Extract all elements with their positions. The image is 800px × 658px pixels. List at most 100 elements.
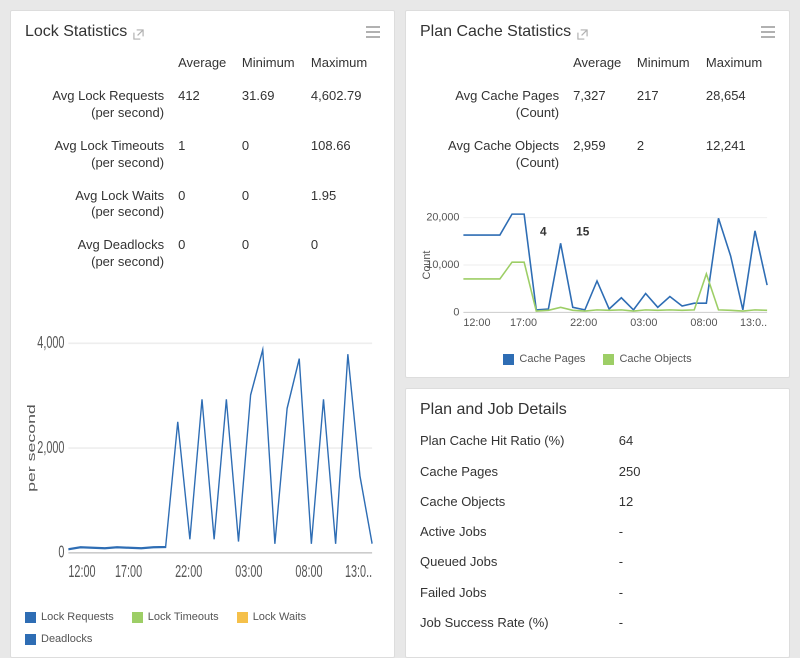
- detail-value: 12: [619, 494, 633, 510]
- detail-value: -: [619, 554, 623, 570]
- detail-key: Cache Objects: [420, 494, 619, 510]
- plan-cache-legend: Cache Pages Cache Objects: [420, 353, 775, 365]
- xtick: 12:00: [68, 563, 95, 582]
- detail-row: Cache Objects12: [420, 494, 775, 510]
- plan-cache-panel: Plan Cache Statistics Average Minimum Ma…: [405, 10, 790, 378]
- cell-avg: 0: [174, 180, 238, 230]
- col-average: Average: [174, 49, 238, 80]
- lock-stats-table: Average Minimum Maximum Avg Lock Request…: [25, 49, 380, 279]
- table-row: Avg Deadlocks(per second) 0 0 0: [25, 229, 380, 279]
- col-minimum: Minimum: [238, 49, 307, 80]
- cell-avg: 2,959: [569, 130, 633, 180]
- legend-item: Lock Timeouts: [132, 611, 219, 623]
- col-maximum: Maximum: [307, 49, 380, 80]
- panel-title-text: Plan Cache Statistics: [420, 23, 571, 41]
- cell-max: 1.95: [307, 180, 380, 230]
- external-link-icon[interactable]: [133, 27, 144, 38]
- cell-avg: 1: [174, 130, 238, 180]
- detail-value: -: [619, 615, 623, 631]
- chart-annotation: 15: [576, 224, 590, 238]
- panel-menu-icon[interactable]: [366, 26, 380, 38]
- ytick: 10,000: [426, 259, 459, 271]
- cell-max: 12,241: [702, 130, 775, 180]
- col-average: Average: [569, 49, 633, 80]
- xtick: 03:00: [630, 317, 657, 329]
- legend-item: Lock Requests: [25, 611, 114, 623]
- legend-label: Lock Timeouts: [148, 611, 219, 623]
- lock-stats-title: Lock Statistics: [25, 23, 144, 41]
- legend-item: Deadlocks: [25, 633, 92, 645]
- cell-min: 0: [238, 180, 307, 230]
- xtick: 08:00: [295, 563, 322, 582]
- xtick: 08:00: [690, 317, 717, 329]
- legend-label: Deadlocks: [41, 633, 92, 645]
- external-link-icon[interactable]: [577, 27, 588, 38]
- lock-statistics-panel: Lock Statistics Average Minimum Maximum …: [10, 10, 395, 658]
- ytick: 4,000: [37, 334, 64, 353]
- row-sublabel: (per second): [29, 204, 164, 221]
- ytick: 0: [58, 543, 64, 562]
- col-maximum: Maximum: [702, 49, 775, 80]
- detail-row: Plan Cache Hit Ratio (%)64: [420, 433, 775, 449]
- row-label: Avg Cache Objects (Count): [420, 130, 569, 180]
- row-label: Avg Lock Timeouts: [55, 138, 165, 153]
- panel-header: Plan Cache Statistics: [420, 23, 775, 41]
- detail-key: Cache Pages: [420, 464, 619, 480]
- row-sublabel: (per second): [29, 105, 164, 122]
- chart-annotation: 4: [540, 224, 547, 238]
- detail-row: Job Success Rate (%)-: [420, 615, 775, 631]
- plan-cache-table: Average Minimum Maximum Avg Cache Pages …: [420, 49, 775, 180]
- xtick: 22:00: [570, 317, 597, 329]
- y-axis-title: per second: [26, 404, 38, 492]
- cell-max: 4,602.79: [307, 80, 380, 130]
- cell-avg: 412: [174, 80, 238, 130]
- xtick: 13:0..: [345, 563, 372, 582]
- panel-header: Lock Statistics: [25, 23, 380, 41]
- lock-stats-chart: per second 0 2,000 4,000 12:00 17:00 22:…: [25, 295, 380, 601]
- xtick: 22:00: [175, 563, 202, 582]
- row-label: Avg Lock Requests: [52, 88, 164, 103]
- table-row: Avg Lock Timeouts(per second) 1 0 108.66: [25, 130, 380, 180]
- panel-menu-icon[interactable]: [761, 26, 775, 38]
- detail-key: Failed Jobs: [420, 585, 619, 601]
- swatch: [25, 634, 36, 645]
- legend-label: Lock Requests: [41, 611, 114, 623]
- ytick: 2,000: [37, 439, 64, 458]
- plan-cache-chart: Count 0 10,000 20,000 12:00 17:00 22:00 …: [420, 196, 775, 344]
- legend-item: Cache Pages: [503, 353, 585, 365]
- legend-label: Lock Waits: [253, 611, 306, 623]
- detail-value: -: [619, 585, 623, 601]
- detail-row: Failed Jobs-: [420, 585, 775, 601]
- col-minimum: Minimum: [633, 49, 702, 80]
- plan-job-details-panel: Plan and Job Details Plan Cache Hit Rati…: [405, 388, 790, 658]
- detail-value: 64: [619, 433, 633, 449]
- series-lock-requests: [68, 350, 372, 549]
- cell-min: 0: [238, 130, 307, 180]
- xtick: 17:00: [510, 317, 537, 329]
- cell-min: 0: [238, 229, 307, 279]
- cell-avg: 7,327: [569, 80, 633, 130]
- panel-title-text: Lock Statistics: [25, 23, 127, 41]
- detail-value: -: [619, 524, 623, 540]
- detail-value: 250: [619, 464, 641, 480]
- series-cache-pages: [463, 214, 767, 310]
- swatch: [237, 612, 248, 623]
- xtick: 13:0..: [740, 317, 767, 329]
- row-label: Avg Lock Waits: [75, 188, 164, 203]
- cell-min: 31.69: [238, 80, 307, 130]
- detail-key: Queued Jobs: [420, 554, 619, 570]
- xtick: 03:00: [235, 563, 262, 582]
- table-row: Avg Lock Requests(per second) 412 31.69 …: [25, 80, 380, 130]
- cell-max: 28,654: [702, 80, 775, 130]
- lock-chart-legend: Lock Requests Lock Timeouts Lock Waits D…: [25, 611, 380, 645]
- table-row: Avg Lock Waits(per second) 0 0 1.95: [25, 180, 380, 230]
- row-label: Avg Deadlocks: [78, 237, 164, 252]
- cell-max: 108.66: [307, 130, 380, 180]
- swatch: [25, 612, 36, 623]
- ytick: 20,000: [426, 211, 459, 223]
- detail-key: Job Success Rate (%): [420, 615, 619, 631]
- swatch: [132, 612, 143, 623]
- detail-row: Queued Jobs-: [420, 554, 775, 570]
- xtick: 12:00: [463, 317, 490, 329]
- legend-label: Cache Objects: [619, 353, 691, 365]
